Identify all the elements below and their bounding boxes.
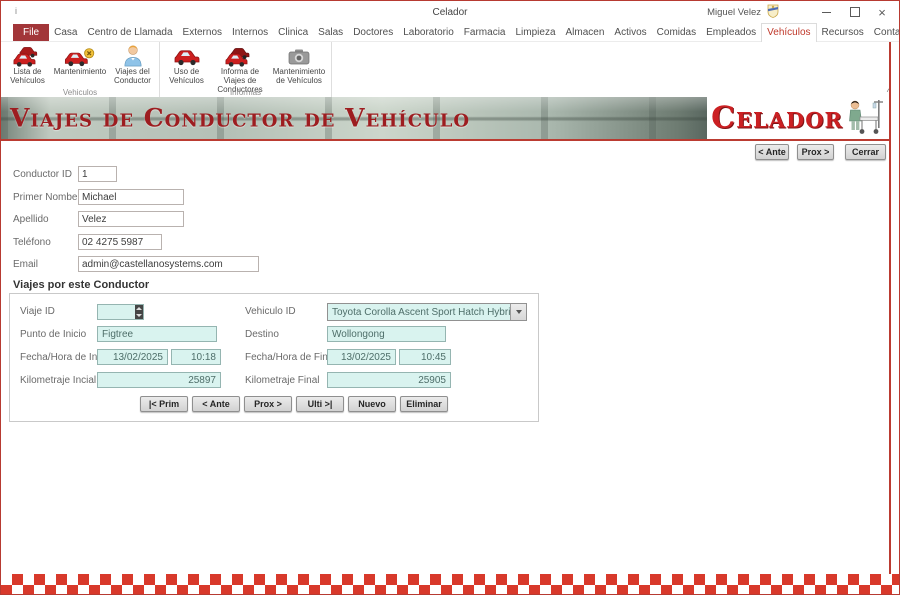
driver-icon [123, 44, 143, 67]
telefono-field[interactable] [78, 234, 162, 250]
tab-empleados[interactable]: Empleados [701, 24, 761, 41]
checkered-footer [1, 574, 899, 595]
title-bar: i Celador Miguel Velez × [1, 1, 899, 23]
cars-report-icon [225, 44, 255, 67]
ribbon-button-uso-de-vehiculos[interactable]: Uso de Vehículos [163, 43, 210, 85]
record-close-button[interactable]: Cerrar [845, 144, 886, 160]
ribbon-group-label-vehiculos: Vehiculos [1, 88, 159, 97]
car-service-icon [64, 44, 96, 67]
user-cluster: Miguel Velez [707, 1, 779, 23]
tab-centro-de-llamada[interactable]: Centro de Llamada [82, 24, 177, 41]
tab-externos[interactable]: Externos [178, 24, 227, 41]
email-label: Email [13, 259, 38, 270]
trips-section-title: Viajes por este Conductor [13, 279, 149, 291]
email-field[interactable] [78, 256, 259, 272]
trips-subform: Viaje ID Vehiculo ID Toyota Corolla Asce… [9, 293, 539, 422]
telefono-label: Teléfono [13, 237, 51, 248]
delete-record-button[interactable]: Eliminar [400, 396, 448, 412]
tab-limpieza[interactable]: Limpieza [510, 24, 560, 41]
ribbon-group-label-informas: Informas [160, 88, 331, 97]
combo-dropdown-icon[interactable] [510, 304, 526, 320]
viaje-id-spinner[interactable] [135, 305, 143, 319]
fecha-fin-time-field[interactable]: 10:45 [399, 349, 451, 365]
camera-icon [287, 44, 311, 67]
vehiculo-id-combobox[interactable]: Toyota Corolla Ascent Sport Hatch Hybrid… [327, 303, 527, 321]
maximize-icon [850, 7, 860, 17]
viaje-id-label: Viaje ID [20, 306, 55, 317]
ribbon-button-lista-de-vehiculos[interactable]: Lista de Vehículos [4, 43, 51, 85]
minimize-button[interactable] [811, 1, 841, 23]
tab-salas[interactable]: Salas [313, 24, 348, 41]
close-button[interactable]: × [867, 1, 897, 23]
punto-de-inicio-label: Punto de Inicio [20, 329, 86, 340]
spinner-up-icon [136, 307, 142, 310]
tab-internos[interactable]: Internos [227, 24, 273, 41]
conductor-id-field[interactable] [78, 166, 117, 182]
tab-vehiculos[interactable]: Vehículos [761, 23, 816, 42]
page-banner: Viajes de Conductor de Vehículo Celador [1, 97, 891, 139]
last-record-button[interactable]: Ulti >| [296, 396, 344, 412]
page-title: Viajes de Conductor de Vehículo [10, 104, 470, 133]
prev-record-button[interactable]: < Ante [192, 396, 240, 412]
apellido-label: Apellido [13, 214, 49, 225]
brand-title: Celador [711, 101, 843, 136]
primer-nomber-label: Primer Nomber [13, 192, 81, 203]
tab-casa[interactable]: Casa [49, 24, 82, 41]
fecha-fin-date-field[interactable]: 13/02/2025 [327, 349, 396, 365]
app-window: i Celador Miguel Velez × File Casa Centr… [0, 0, 900, 595]
close-icon: × [878, 6, 886, 19]
ribbon-group-informas: Uso de Vehículos Informa de Viajes de Co… [160, 42, 332, 97]
fecha-inicio-date-field[interactable]: 13/02/2025 [97, 349, 168, 365]
viaje-id-field[interactable] [97, 304, 144, 320]
crest-icon [767, 4, 779, 21]
kilometraje-incial-label: Kilometraje Incial [20, 375, 96, 386]
punto-de-inicio-field[interactable]: Figtree [97, 326, 217, 342]
primer-nomber-field[interactable] [78, 189, 184, 205]
tab-activos[interactable]: Activos [609, 24, 651, 41]
fecha-hora-fin-label: Fecha/Hora de Fin [245, 352, 328, 363]
cars-icon [13, 44, 43, 67]
kilometraje-incial-field[interactable]: 25897 [97, 372, 221, 388]
tab-comidas[interactable]: Comidas [652, 24, 701, 41]
kilometraje-final-label: Kilometraje Final [245, 375, 319, 386]
trip-record-buttons: |< Prim < Ante Prox > Ulti >| Nuevo Elim… [140, 396, 448, 412]
ribbon-button-mantenimiento-de-vehiculos[interactable]: Mantenimiento de Vehículos [270, 43, 328, 85]
ribbon-group-vehiculos: Lista de Vehículos Mantenimiento Viajes … [1, 42, 160, 97]
ribbon-button-mantenimiento[interactable]: Mantenimiento [51, 43, 109, 76]
tab-farmacia[interactable]: Farmacia [459, 24, 511, 41]
tab-contabilidad[interactable]: Contabilidad [869, 24, 900, 41]
kilometraje-final-field[interactable]: 25905 [327, 372, 451, 388]
user-name: Miguel Velez [707, 7, 761, 18]
ribbon: Lista de Vehículos Mantenimiento Viajes … [1, 42, 899, 97]
tab-doctores[interactable]: Doctores [348, 24, 398, 41]
fecha-inicio-time-field[interactable]: 10:18 [171, 349, 221, 365]
tab-laboratorio[interactable]: Laboratorio [398, 24, 459, 41]
spinner-down-icon [136, 314, 142, 317]
apellido-field[interactable] [78, 211, 184, 227]
destino-label: Destino [245, 329, 279, 340]
vehiculo-id-label: Vehiculo ID [245, 306, 296, 317]
record-prev-button[interactable]: < Ante [755, 144, 789, 160]
minimize-icon [822, 12, 831, 13]
first-record-button[interactable]: |< Prim [140, 396, 188, 412]
tab-almacen[interactable]: Almacen [561, 24, 610, 41]
tab-file[interactable]: File [13, 24, 49, 41]
next-record-button[interactable]: Prox > [244, 396, 292, 412]
tab-clinica[interactable]: Clinica [273, 24, 313, 41]
maximize-button[interactable] [840, 1, 870, 23]
new-record-button[interactable]: Nuevo [348, 396, 396, 412]
ribbon-button-informa-de-viajes[interactable]: Informa de Viajes de Conductores [210, 43, 270, 95]
tab-recursos[interactable]: Recursos [817, 24, 869, 41]
car-icon [172, 44, 202, 67]
porter-mascot-icon [845, 98, 885, 141]
banner-divider [1, 139, 891, 141]
destino-field[interactable]: Wollongong [327, 326, 446, 342]
record-next-button[interactable]: Prox > [797, 144, 834, 160]
conductor-id-label: Conductor ID [13, 169, 72, 180]
ribbon-tab-strip: File Casa Centro de Llamada Externos Int… [1, 23, 899, 42]
ribbon-button-viajes-del-conductor[interactable]: Viajes del Conductor [109, 43, 156, 85]
content-right-border [889, 42, 891, 574]
